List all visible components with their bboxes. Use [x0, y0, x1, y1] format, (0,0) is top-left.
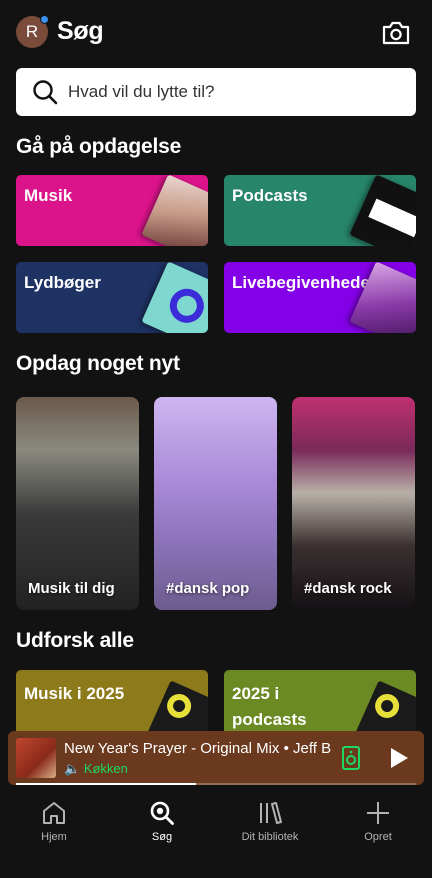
nav-create[interactable]: Opret: [324, 800, 432, 843]
browse-tile-label: Musik i 2025: [24, 684, 125, 703]
tile-livebegivenheder[interactable]: Livebegivenheder: [224, 262, 416, 333]
tile-label: Lydbøger: [24, 273, 101, 292]
playback-progress[interactable]: [16, 783, 416, 785]
tile-label: Livebegivenheder: [232, 273, 377, 292]
track-cover: [16, 738, 56, 778]
nav-label: Opret: [364, 831, 392, 843]
search-placeholder: Hvad vil du lytte til?: [68, 82, 215, 101]
section-title-discover-start: Gå på opdagelse: [16, 135, 182, 158]
art-shape: [163, 690, 195, 722]
play-icon[interactable]: [388, 746, 410, 770]
nav-search[interactable]: Søg: [108, 800, 216, 843]
podcast-art-band: [368, 198, 416, 238]
profile-avatar[interactable]: R: [16, 15, 49, 48]
discover-card-label: #dansk pop: [166, 580, 250, 597]
discover-card-label: Musik til dig: [28, 580, 115, 597]
tile-lydboeger[interactable]: Lydbøger: [16, 262, 208, 333]
page-title: Søg: [57, 17, 104, 45]
header: R Søg: [0, 0, 432, 64]
tile-artwork: [141, 175, 208, 246]
search-icon: [33, 80, 58, 105]
avatar-initial: R: [25, 22, 39, 41]
nav-label: Hjem: [41, 831, 67, 843]
progress-fill: [16, 783, 196, 785]
bottom-navigation: Hjem Søg Dit bibliotek Opret: [0, 786, 432, 878]
speaker-icon: 🔈: [64, 761, 81, 776]
mini-player[interactable]: New Year's Prayer - Original Mix • Jeff …: [8, 731, 424, 785]
tile-podcasts[interactable]: Podcasts: [224, 175, 416, 246]
device-name: Køkken: [83, 761, 128, 776]
track-title: New Year's Prayer - Original Mix • Jeff …: [64, 740, 332, 757]
notification-dot: [40, 15, 49, 24]
tile-artwork: [141, 262, 208, 333]
nav-label: Søg: [151, 831, 173, 843]
connected-device[interactable]: 🔈 Køkken: [64, 761, 128, 777]
art-shape: [371, 690, 403, 722]
nav-home[interactable]: Hjem: [0, 800, 108, 843]
discover-card-dansk-rock[interactable]: #dansk rock: [292, 397, 415, 610]
tile-artwork: [349, 175, 416, 246]
tile-label: Musik: [24, 186, 73, 205]
discover-card-dansk-pop[interactable]: #dansk pop: [154, 397, 277, 610]
section-title-browse-all: Udforsk alle: [16, 629, 134, 652]
audiobook-art-ring: [164, 283, 208, 329]
tile-label: Podcasts: [232, 186, 308, 205]
plus-icon: [367, 802, 389, 824]
camera-icon[interactable]: [382, 20, 410, 46]
connect-device-icon[interactable]: [342, 746, 360, 770]
section-title-discover-new: Opdag noget nyt: [16, 352, 180, 375]
tile-musik[interactable]: Musik: [16, 175, 208, 246]
discover-card-label: #dansk rock: [304, 580, 392, 597]
search-icon: [150, 801, 174, 825]
discover-card-musik-til-dig[interactable]: Musik til dig: [16, 397, 139, 610]
nav-label: Dit bibliotek: [241, 831, 299, 843]
home-icon: [43, 802, 65, 824]
library-icon: [260, 802, 282, 824]
browse-tile-label: 2025 i podcasts: [232, 684, 307, 729]
nav-library[interactable]: Dit bibliotek: [216, 800, 324, 843]
search-input[interactable]: Hvad vil du lytte til?: [16, 68, 416, 116]
